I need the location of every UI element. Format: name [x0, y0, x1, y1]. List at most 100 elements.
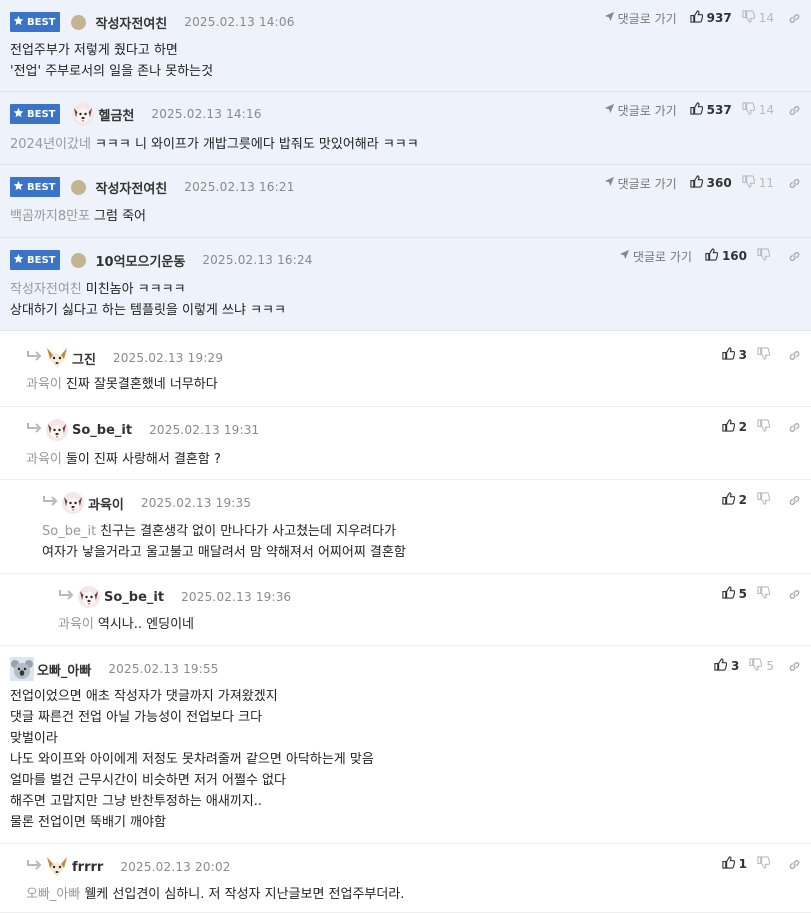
avatar-dot-icon[interactable]: [71, 179, 87, 195]
link-icon[interactable]: [788, 349, 801, 362]
comment-actions: 댓글로 가기 160: [619, 247, 801, 265]
comment-actions: 35: [714, 657, 801, 675]
mention[interactable]: 작성자전여친: [10, 282, 82, 297]
send-arrow-icon: [619, 249, 633, 263]
mention[interactable]: 과육이: [58, 617, 94, 632]
downvote-button[interactable]: [757, 347, 774, 363]
upvote-count: 537: [706, 103, 732, 117]
avatar-dog-icon[interactable]: [45, 418, 69, 442]
nickname[interactable]: 오빠_아빠: [37, 660, 91, 679]
upvote-button[interactable]: 2: [722, 419, 747, 435]
link-icon[interactable]: [788, 421, 801, 434]
thumbs-up-icon: [722, 419, 739, 435]
mention[interactable]: So_be_it: [42, 524, 96, 539]
downvote-button[interactable]: 5: [749, 658, 774, 674]
best-badge: BEST: [10, 104, 61, 124]
nickname[interactable]: 작성자전여친: [95, 178, 167, 197]
comment-text: 그럼 죽어: [94, 209, 147, 224]
star-icon: [13, 180, 27, 194]
mention[interactable]: 백곰까지8만포: [10, 209, 90, 224]
comment-list: BEST 작성자전여친 2025.02.13 14:06 댓글로 가기 937 14 전업주…: [0, 0, 811, 913]
comment-body: 과육이 둘이 진짜 사랑해서 결혼함 ?: [26, 449, 221, 470]
nickname[interactable]: 10억모으기운동: [95, 251, 185, 270]
comment-header: BEST 10억모으기운동 2025.02.13 16:24: [10, 249, 313, 271]
link-icon[interactable]: [788, 494, 801, 507]
link-icon[interactable]: [788, 177, 801, 190]
downvote-button[interactable]: [757, 856, 774, 872]
comment-text: 나도 와이프와 아이에게 저정도 못차려줄꺼 같으면 아닥하는게 맞음: [10, 752, 374, 767]
avatar-fox-icon[interactable]: [45, 346, 69, 370]
upvote-button[interactable]: 537: [690, 102, 732, 118]
downvote-button[interactable]: 14: [742, 10, 774, 26]
nickname[interactable]: 과육이: [88, 494, 124, 513]
link-icon[interactable]: [788, 12, 801, 25]
goto-comment-link[interactable]: 댓글로 가기: [619, 248, 692, 265]
nickname[interactable]: 작성자전여친: [95, 13, 167, 32]
avatar-dot-icon[interactable]: [71, 252, 87, 268]
link-icon[interactable]: [788, 858, 801, 871]
upvote-count: 3: [738, 348, 747, 362]
thumbs-up-icon: [722, 492, 739, 508]
comment-text: ㅋㅋㅋ 니 와이프가 개밥그릇에다 밥줘도 맛있어해라 ㅋㅋㅋ: [94, 137, 419, 152]
comment-line: 해주면 고맙지만 그냥 반찬투정하는 애새끼지..: [10, 791, 374, 812]
mention[interactable]: 2024년이갔네: [10, 137, 91, 152]
downvote-button[interactable]: 11: [742, 175, 774, 191]
reply-arrow-icon: [26, 422, 42, 438]
upvote-button[interactable]: 3: [722, 347, 747, 363]
timestamp: 2025.02.13 16:24: [202, 253, 313, 267]
goto-comment-link[interactable]: 댓글로 가기: [604, 102, 677, 119]
upvote-count: 360: [706, 176, 732, 190]
upvote-button[interactable]: 937: [690, 10, 732, 26]
nickname[interactable]: 헬금천: [98, 105, 134, 124]
nickname[interactable]: frrrr: [72, 860, 103, 875]
downvote-button[interactable]: [757, 492, 774, 508]
comment-text: 전업주부가 저렇게 줬다고 하면: [10, 43, 178, 58]
link-icon[interactable]: [788, 104, 801, 117]
reply-comment: 그진 2025.02.13 19:29 3 과육이 진짜 잘못결혼했네 너무하다: [0, 335, 811, 407]
thumbs-up-icon: [690, 10, 707, 26]
upvote-button[interactable]: 5: [722, 586, 747, 602]
downvote-button[interactable]: [757, 248, 774, 264]
downvote-button[interactable]: [757, 419, 774, 435]
upvote-count: 160: [721, 249, 747, 263]
thumbs-down-icon: [757, 586, 774, 602]
avatar-fox-icon[interactable]: [45, 855, 69, 879]
send-arrow-icon: [604, 103, 618, 117]
downvote-count: 11: [758, 176, 774, 190]
upvote-button[interactable]: 3: [714, 658, 739, 674]
avatar-koala-icon[interactable]: [10, 657, 34, 681]
timestamp: 2025.02.13 20:02: [120, 860, 231, 874]
upvote-button[interactable]: 360: [690, 175, 732, 191]
link-icon[interactable]: [788, 250, 801, 263]
timestamp: 2025.02.13 14:16: [151, 107, 262, 121]
send-arrow-icon: [604, 176, 618, 190]
upvote-button[interactable]: 160: [705, 248, 747, 264]
goto-comment-label: 댓글로 가기: [632, 249, 692, 264]
comment-body: 2024년이갔네 ㅋㅋㅋ 니 와이프가 개밥그릇에다 밥줘도 맛있어해라 ㅋㅋㅋ: [10, 134, 419, 155]
avatar-dog-icon[interactable]: [61, 491, 85, 515]
nickname[interactable]: 그진: [72, 349, 96, 368]
comment-text: '전업' 주부로서의 일을 존나 못하는것: [10, 64, 214, 79]
goto-comment-link[interactable]: 댓글로 가기: [604, 10, 677, 27]
comment-line: So_be_it 친구는 결혼생각 없이 만나다가 사고쳤는데 지우려다가: [42, 521, 406, 542]
downvote-count: 14: [758, 103, 774, 117]
mention[interactable]: 과육이: [26, 452, 62, 467]
upvote-button[interactable]: 1: [722, 856, 747, 872]
goto-comment-link[interactable]: 댓글로 가기: [604, 175, 677, 192]
downvote-button[interactable]: 14: [742, 102, 774, 118]
link-icon[interactable]: [788, 660, 801, 673]
upvote-count: 2: [738, 420, 747, 434]
nickname[interactable]: So_be_it: [104, 590, 164, 605]
comment-header: BEST 헬금천 2025.02.13 14:16: [10, 103, 262, 125]
comment-header: BEST 작성자전여친 2025.02.13 14:06: [10, 11, 295, 33]
avatar-dot-icon[interactable]: [71, 14, 87, 30]
nickname[interactable]: So_be_it: [72, 423, 132, 438]
downvote-button[interactable]: [757, 586, 774, 602]
mention[interactable]: 과육이: [26, 377, 62, 392]
avatar-dog-icon[interactable]: [71, 102, 95, 126]
link-icon[interactable]: [788, 588, 801, 601]
comment-actions: 댓글로 가기 360 11: [604, 174, 801, 192]
upvote-button[interactable]: 2: [722, 492, 747, 508]
mention[interactable]: 오빠_아빠: [26, 887, 80, 902]
avatar-dog-icon[interactable]: [77, 585, 101, 609]
